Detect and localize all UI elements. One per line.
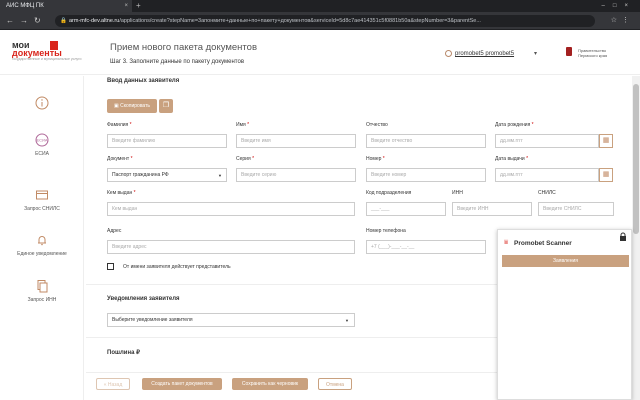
issue-date-input[interactable]: дд.мм.гггг xyxy=(495,168,599,182)
tab-close-icon[interactable]: × xyxy=(124,0,128,12)
gov-line-2: Пермского края xyxy=(578,53,608,58)
surname-label: Фамилия * xyxy=(107,122,132,128)
user-menu[interactable]: promobet5 promobet5 xyxy=(455,51,514,57)
sidebar-item-info[interactable] xyxy=(0,96,84,110)
logo-tagline: государственные и муниципальные услуги xyxy=(12,57,82,61)
number-label: Номер * xyxy=(366,156,385,162)
division-code-label: Код подразделения xyxy=(366,190,412,196)
gov-label: Правительство Пермского края xyxy=(578,48,628,58)
section-applicant-title: Ввод данных заявителя xyxy=(107,78,180,84)
scrollbar-thumb[interactable] xyxy=(633,84,639,234)
document-icon xyxy=(37,280,48,293)
birthdate-label: Дата рождения * xyxy=(495,122,534,128)
back-button[interactable]: « Назад xyxy=(96,378,130,390)
create-package-button[interactable]: Создать пакет документов xyxy=(142,378,222,390)
sidebar-item-label: Запрос ИНН xyxy=(27,297,57,303)
patronymic-label: Отчество xyxy=(366,122,388,128)
address-label: Адрес xyxy=(107,228,122,234)
url-host: arm-mfc-dev.altne.ru xyxy=(69,18,120,24)
sidebar-item-label: Единое уведомление xyxy=(17,251,67,257)
forward-arrow-icon[interactable]: → xyxy=(20,15,28,27)
name-label: Имя * xyxy=(236,122,250,128)
logo[interactable]: мои документы государственные и муниципа… xyxy=(12,41,82,62)
document-label: Документ * xyxy=(107,156,133,162)
chevron-down-icon: ▼ xyxy=(345,318,349,323)
browser-tab[interactable]: АИС МФЦ ПК × xyxy=(0,0,132,12)
logo-mark-icon xyxy=(50,41,58,50)
app-header: мои документы государственные и муниципа… xyxy=(0,31,640,75)
issued-by-label: Кем выдан * xyxy=(107,190,136,196)
url-field[interactable]: 🔒 arm-mfc-dev.altne.ru/applications/crea… xyxy=(55,15,595,27)
chevron-down-icon[interactable]: ▾ xyxy=(534,50,537,57)
notification-select[interactable]: Выберите уведомление заявителя xyxy=(107,313,355,327)
sidebar-item-snils[interactable]: Запрос СНИЛС xyxy=(0,188,84,212)
save-draft-button[interactable]: Сохранить как черновик xyxy=(232,378,308,390)
info-icon xyxy=(35,96,49,110)
issue-date-label: Дата выдачи * xyxy=(495,156,529,162)
name-input[interactable]: Введите имя xyxy=(236,134,356,148)
page-title: Прием нового пакета документов xyxy=(110,42,257,53)
esia-icon: ЕСИА xyxy=(35,133,49,147)
user-icon xyxy=(445,50,452,57)
series-label: Серия * xyxy=(236,156,255,162)
copy-button-label: Скопировать xyxy=(120,103,150,109)
representative-checkbox-label: От имени заявителя действует представите… xyxy=(123,264,231,270)
extension-popup: ⩸ Promobet Scanner Заявления xyxy=(497,229,632,400)
surname-input[interactable]: Введите фамилию xyxy=(107,134,227,148)
sidebar-item-inn[interactable]: Запрос ИНН xyxy=(0,279,84,303)
snils-label: СНИЛС xyxy=(538,190,556,196)
page-subtitle: Шаг 3. Заполните данные по пакету докуме… xyxy=(110,59,245,65)
address-input[interactable]: Введите адрес xyxy=(107,240,355,254)
coat-of-arms-icon xyxy=(566,47,572,56)
back-arrow-icon[interactable]: ← xyxy=(6,15,14,27)
tab-title: АИС МФЦ ПК xyxy=(6,3,44,9)
url-path: /applications/create?stepName=3апонмите+… xyxy=(119,18,481,24)
bell-icon xyxy=(38,236,46,246)
birthdate-input[interactable]: дд.мм.гггг xyxy=(495,134,599,148)
chevron-down-icon: ▼ xyxy=(218,173,222,178)
popup-header: ⩸ Promobet Scanner xyxy=(498,230,633,252)
paste-icon: ❐ xyxy=(162,102,170,109)
inn-label: ИНН xyxy=(452,190,463,196)
snils-input[interactable]: Введите СНИЛС xyxy=(538,202,614,216)
phone-label: Номер телефона xyxy=(366,228,406,234)
cancel-button[interactable]: Отмена xyxy=(318,378,352,390)
calendar-icon[interactable]: ▦ xyxy=(599,168,613,182)
representative-checkbox[interactable] xyxy=(107,263,114,270)
lock-icon: 🔒 xyxy=(60,18,67,24)
applications-tab[interactable]: Заявления xyxy=(502,255,629,267)
new-tab-button[interactable]: + xyxy=(136,0,141,12)
window-controls[interactable]: –□× xyxy=(602,0,636,12)
number-input[interactable]: Введите номер xyxy=(366,168,486,182)
browser-tabbar: АИС МФЦ ПК × + –□× xyxy=(0,0,640,12)
section-fee-title: Пошлина ₽ xyxy=(107,350,140,356)
lock-icon[interactable] xyxy=(619,232,627,242)
division-code-input[interactable]: ___-___ xyxy=(366,202,446,216)
browser-menu-icons[interactable]: ☆⋮ xyxy=(611,15,634,27)
sidebar-item-notification[interactable]: Единое уведомление xyxy=(0,233,84,257)
document-select[interactable]: Паспорт гражданина РФ xyxy=(107,168,227,182)
sidebar-item-label: Запрос СНИЛС xyxy=(24,206,60,212)
inn-input[interactable]: Введите ИНН xyxy=(452,202,532,216)
sidebar-item-label: ЕСИА xyxy=(35,151,49,157)
series-input[interactable]: Введите серию xyxy=(236,168,356,182)
svg-text:ЕСИА: ЕСИА xyxy=(36,138,47,143)
page-scrollbar[interactable] xyxy=(632,76,640,400)
section-notifications-title: Уведомления заявителя xyxy=(107,296,180,302)
sidebar-item-esia[interactable]: ЕСИА ЕСИА xyxy=(0,133,84,157)
paste-button[interactable]: ❐ xyxy=(159,99,173,113)
address-bar-row: ← → ↻ 🔒 arm-mfc-dev.altne.ru/application… xyxy=(0,12,640,30)
patronymic-input[interactable]: Введите отчество xyxy=(366,134,486,148)
popup-title: Promobet Scanner xyxy=(514,240,572,247)
promobet-logo-icon: ⩸ xyxy=(504,239,509,246)
phone-input[interactable]: +7 (___)-___-__-__ xyxy=(366,240,486,254)
sidebar: ЕСИА ЕСИА Запрос СНИЛС Единое уведомлени… xyxy=(0,76,84,400)
copy-button[interactable]: ▣ Скопировать xyxy=(107,99,157,113)
card-icon xyxy=(36,190,48,200)
calendar-icon[interactable]: ▦ xyxy=(599,134,613,148)
reload-icon[interactable]: ↻ xyxy=(34,15,41,27)
issued-by-input[interactable]: Кем выдан xyxy=(107,202,355,216)
